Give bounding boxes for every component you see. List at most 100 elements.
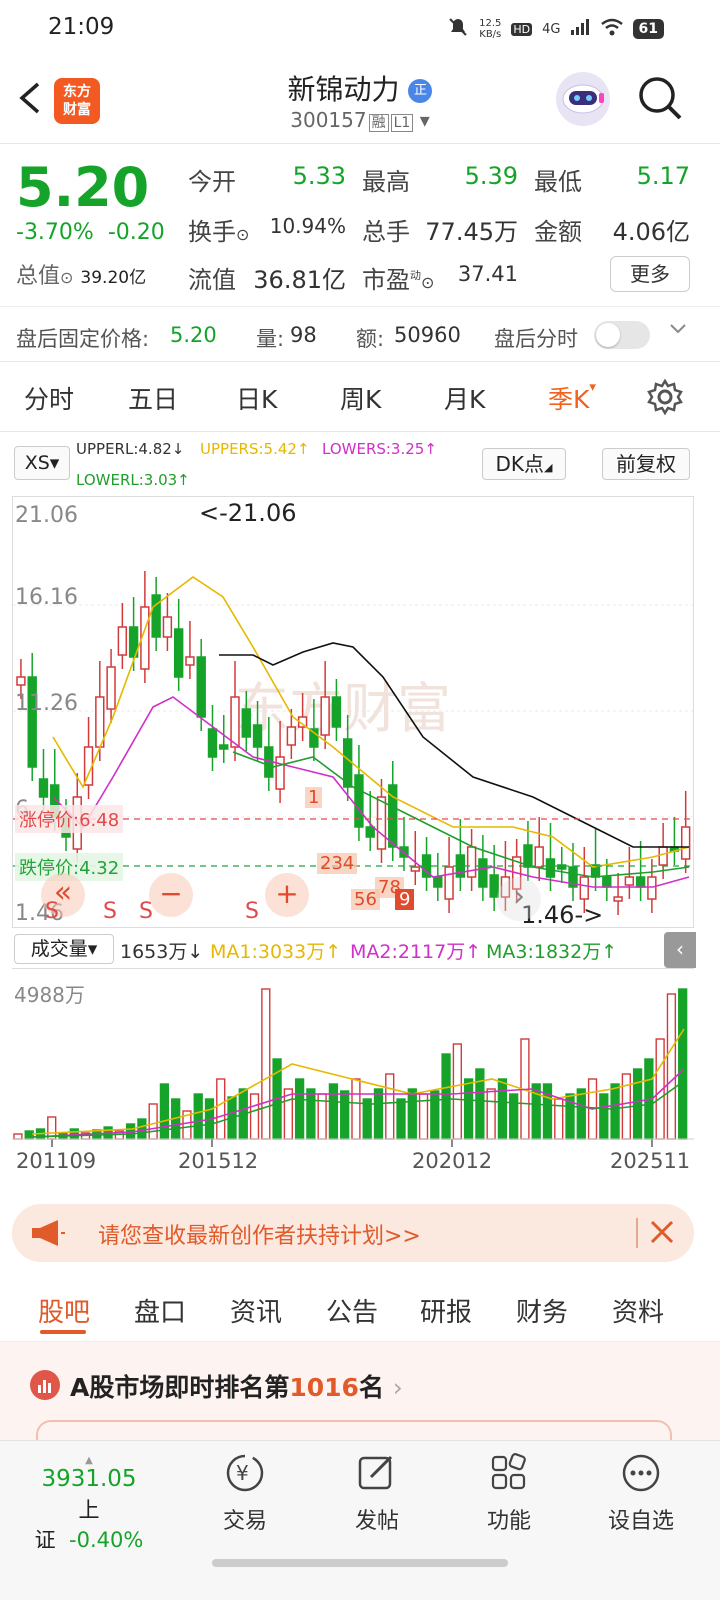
active-tab-indicator xyxy=(40,1330,86,1334)
scroll-right-button[interactable]: › xyxy=(497,877,541,921)
low-value: 5.17 xyxy=(636,162,690,190)
x-label-202511: 202511 xyxy=(610,1149,691,1173)
y-tick-3: 11.26 xyxy=(15,691,78,716)
sell-mark: S xyxy=(139,899,153,924)
candle-body xyxy=(444,866,454,900)
volume-indicator-select[interactable]: 成交量▾ xyxy=(14,934,114,964)
candle-body xyxy=(151,594,161,638)
collapse-panel-button[interactable]: ‹ xyxy=(664,932,696,968)
volume-value: 1653万↓ xyxy=(120,941,204,963)
stock-code-row[interactable]: 300157 融 L1 ▾ xyxy=(0,108,720,132)
volume-bar xyxy=(475,1068,485,1140)
volume-bar xyxy=(407,1088,417,1140)
level-tag: L1 xyxy=(390,114,414,132)
indicator-select[interactable]: XS▾ xyxy=(14,446,70,480)
tab-timeshare[interactable]: 分时 xyxy=(24,380,74,416)
index-quote[interactable]: ▲ 3931.05 上证 -0.40% xyxy=(34,1455,144,1554)
open-label: 今开 xyxy=(188,168,236,196)
after-vol: 98 xyxy=(290,323,317,347)
ai-assistant-avatar[interactable] xyxy=(556,72,610,126)
candle-body xyxy=(433,876,443,888)
status-bar: 21:09 12.5 KB/s HD 4G 61 xyxy=(0,0,720,56)
nav-trade[interactable]: ¥ 交易 xyxy=(190,1451,300,1535)
svg-text:¥: ¥ xyxy=(236,1461,249,1485)
candle-body xyxy=(16,676,26,686)
rank-prefix: A股市场即时排名第 xyxy=(70,1373,290,1402)
volume-bar xyxy=(340,1090,350,1140)
candle-body xyxy=(207,728,218,758)
volume-bar xyxy=(486,1088,496,1140)
tab-monthly-k[interactable]: 月K xyxy=(444,380,485,416)
adjust-button[interactable]: 前复权 xyxy=(602,448,690,480)
volume-bar xyxy=(666,993,677,1140)
candle-body xyxy=(252,724,263,748)
volume-bar xyxy=(678,988,688,1140)
candle-body xyxy=(331,696,342,728)
more-button[interactable]: 更多 xyxy=(610,256,690,292)
tab-profile[interactable]: 资料 xyxy=(612,1292,664,1329)
tab-quarterly-k[interactable]: 季K▾ xyxy=(548,380,596,416)
after-price-label: 盘后固定价格: xyxy=(16,327,150,351)
after-timeshare-label: 盘后分时 xyxy=(494,327,578,351)
tab-announcement[interactable]: 公告 xyxy=(326,1292,378,1329)
kline-chart[interactable]: 东方财富 21.06 16.16 11.26 6. 1.46 <-21.06 1… xyxy=(12,496,694,928)
volume-indicator-label: 成交量 xyxy=(30,938,88,960)
nav-functions[interactable]: 功能 xyxy=(454,1451,564,1535)
megaphone-icon xyxy=(30,1218,66,1252)
volume-bar xyxy=(193,1093,203,1140)
volume-bar xyxy=(306,1088,316,1140)
change-percent: -3.70% xyxy=(16,220,94,245)
tab-news[interactable]: 资讯 xyxy=(230,1292,282,1329)
indicator-select-label: XS xyxy=(24,452,50,474)
nav-functions-label: 功能 xyxy=(486,1509,531,1534)
tab-pankou[interactable]: 盘口 xyxy=(134,1292,186,1329)
zoom-out-button[interactable]: − xyxy=(149,873,193,917)
net-speed-unit: KB/s xyxy=(479,29,502,40)
float-label: 流值 xyxy=(188,266,236,294)
info-icon: ⊙ xyxy=(60,268,74,287)
tab-weekly-k[interactable]: 周K xyxy=(340,380,381,416)
rank-number: 1016 xyxy=(289,1373,359,1402)
trade-icon: ¥ xyxy=(223,1454,267,1499)
tab-5day[interactable]: 五日 xyxy=(128,380,178,416)
volume-bar xyxy=(396,1098,406,1140)
promo-banner[interactable]: 请您查收最新创作者扶持计划>> xyxy=(12,1204,694,1262)
content-tabs: 股吧 盘口 资讯 公告 研报 财务 资料 xyxy=(0,1274,720,1342)
x-label-201109: 201109 xyxy=(16,1149,97,1173)
rank-card[interactable]: A股市场即时排名第1016名 › xyxy=(0,1342,720,1450)
candle-body xyxy=(365,826,375,838)
search-icon[interactable] xyxy=(636,74,684,126)
close-icon[interactable] xyxy=(648,1218,676,1250)
pe-label: 市盈动⊙ xyxy=(362,266,435,294)
legend-upperl: UPPERL:4.82↓ xyxy=(76,440,185,458)
settings-gear-icon[interactable] xyxy=(646,378,684,420)
nav-add-favorite[interactable]: 设自选 xyxy=(586,1451,696,1535)
expand-icon[interactable] xyxy=(668,319,688,344)
mute-icon xyxy=(447,16,469,42)
tab-research[interactable]: 研报 xyxy=(420,1292,472,1329)
zoom-in-button[interactable]: + xyxy=(265,873,309,917)
candle-body xyxy=(286,726,297,746)
candle-body xyxy=(376,796,387,850)
after-timeshare-toggle[interactable] xyxy=(594,321,650,349)
banner-divider xyxy=(636,1218,638,1248)
low-label: 最低 xyxy=(534,168,582,196)
index-pct: -0.40% xyxy=(69,1528,144,1552)
volume-bar xyxy=(576,1088,586,1140)
volume-ma2: MA2:2117万↑ xyxy=(350,941,482,963)
market-cap: 总值⊙ 39.20亿 xyxy=(16,258,146,290)
tab-guba[interactable]: 股吧 xyxy=(38,1292,90,1329)
volume-bar xyxy=(24,1130,34,1140)
rank-text: A股市场即时排名第1016名 › xyxy=(70,1368,403,1404)
x-label-201512: 201512 xyxy=(178,1149,259,1173)
volume-chart[interactable]: 4988万 201109 201512 202012 202511 xyxy=(12,968,694,1173)
high-annotation: <-21.06 xyxy=(199,499,297,527)
tab-finance[interactable]: 财务 xyxy=(516,1292,568,1329)
y-tick-max: 21.06 xyxy=(15,503,78,528)
limit-up-label: 涨停价:6.48 xyxy=(15,805,124,833)
rank-suffix: 名 xyxy=(358,1373,384,1402)
dk-point-button[interactable]: DK点◢ xyxy=(482,448,566,480)
nav-post[interactable]: 发帖 xyxy=(322,1451,432,1535)
after-amt-label: 额: xyxy=(356,327,385,351)
tab-daily-k[interactable]: 日K xyxy=(236,380,277,416)
